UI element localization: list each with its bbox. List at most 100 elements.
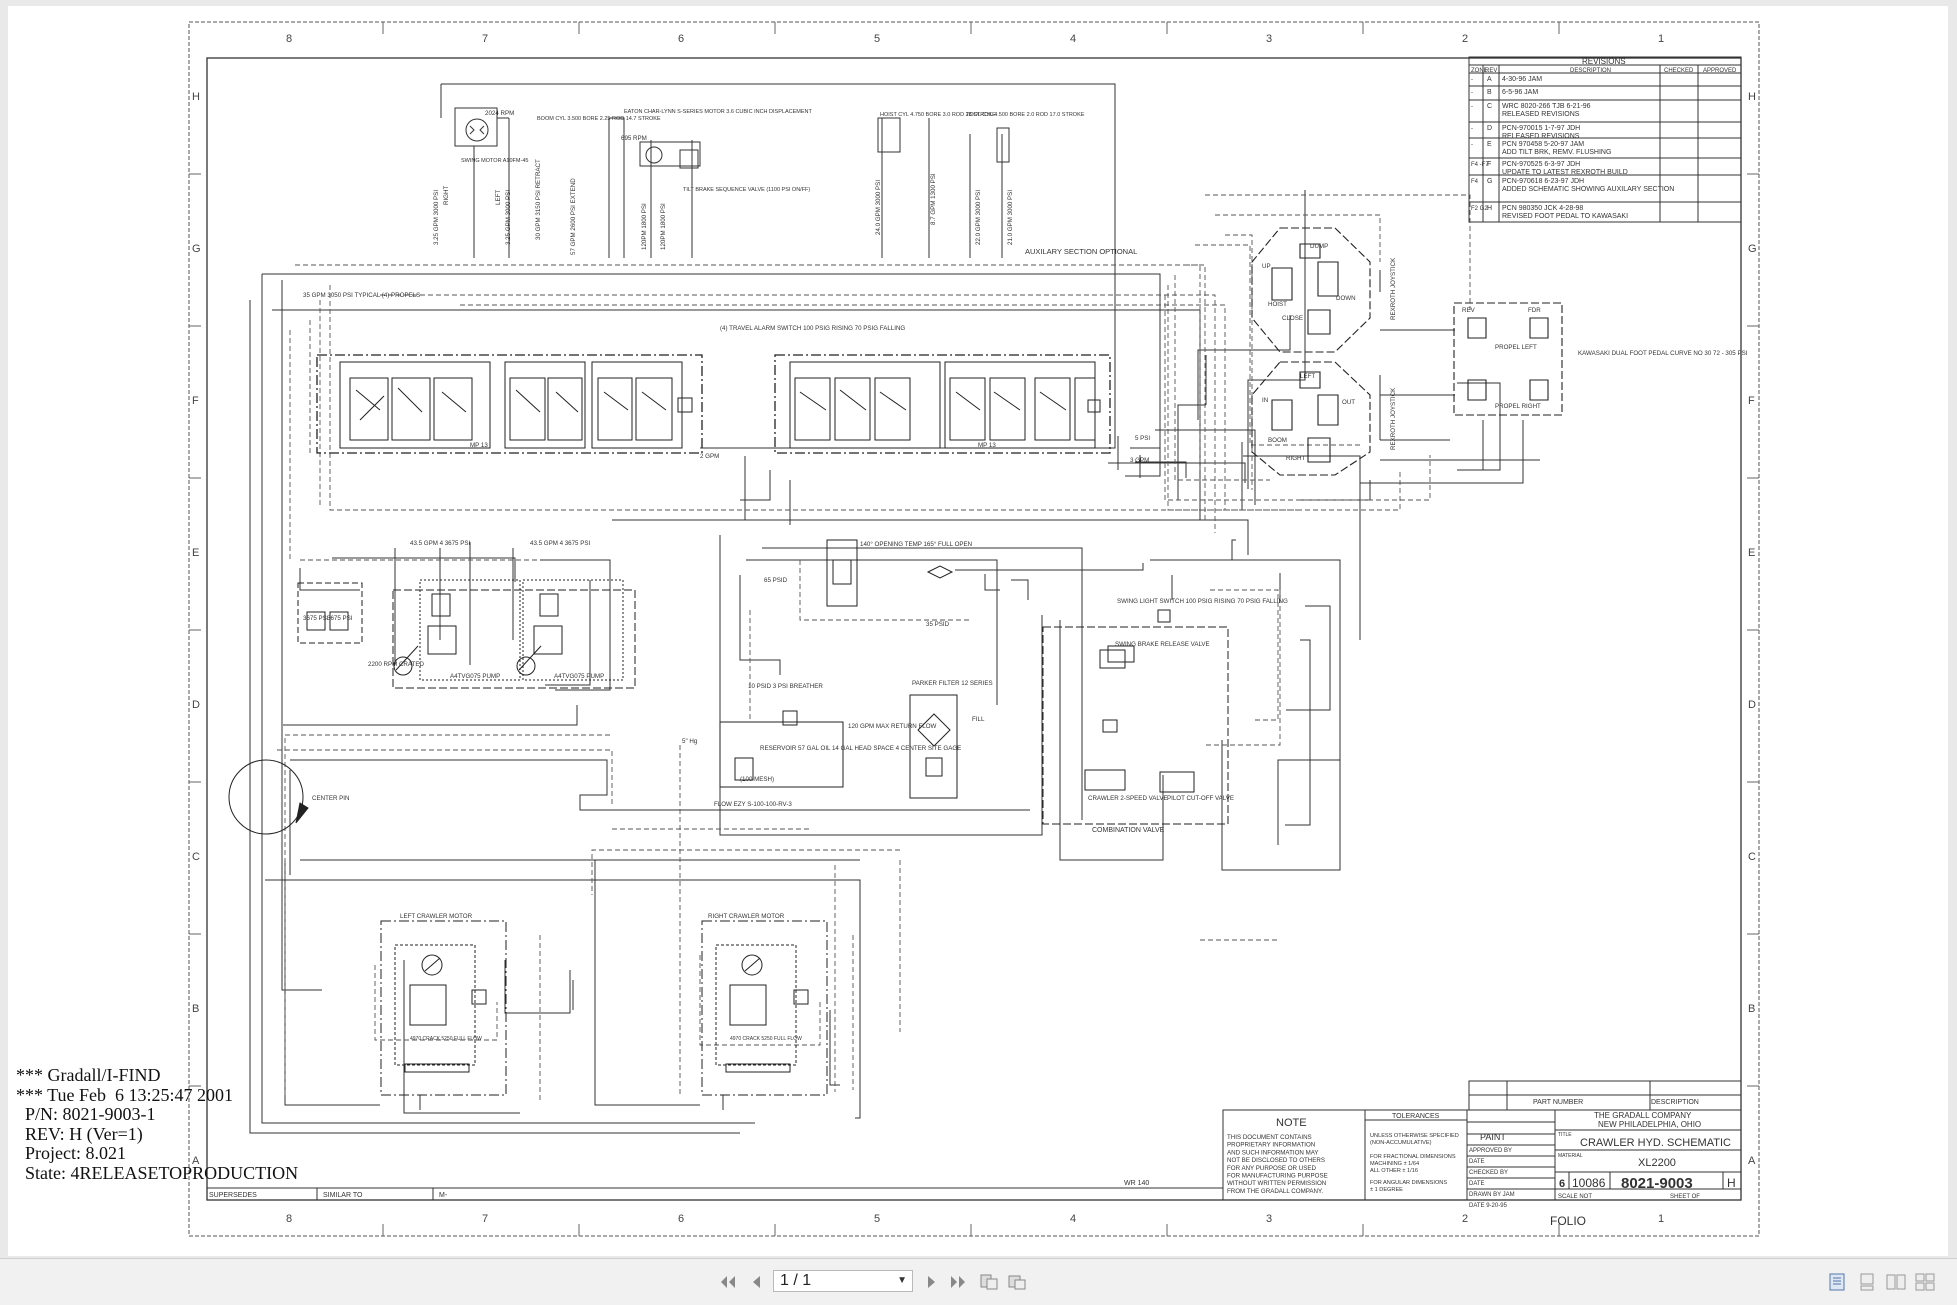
continuous-icon[interactable] xyxy=(1856,1272,1878,1292)
rev-header: CHECKED xyxy=(1664,68,1694,74)
plot-stamp: *** Gradall/I-FIND *** Tue Feb 6 13:25:4… xyxy=(16,1065,299,1183)
revision-letter: C xyxy=(1487,103,1492,110)
revision-desc: ADDED SCHEMATIC SHOWING AUXILARY SECTION xyxy=(1502,186,1674,193)
label-65psid: 65 PSID xyxy=(764,577,788,584)
label-tool-cyl: TOOL CYL 4.500 BORE 2.0 ROD 17.0 STROKE xyxy=(966,112,1085,118)
note-line: FOR ANY PURPOSE OR USED xyxy=(1227,1165,1316,1172)
wr-label: WR 140 xyxy=(1124,1180,1149,1187)
last-page-icon[interactable] xyxy=(947,1272,969,1292)
drawn-by: DRAWN BY JAM xyxy=(1469,1192,1515,1198)
part-number-header: PART NUMBER xyxy=(1533,1099,1583,1106)
next-page-icon[interactable] xyxy=(921,1272,943,1292)
note-line: NOT BE DISCLOSED TO OTHERS xyxy=(1227,1157,1325,1164)
label-mesh: (100 MESH) xyxy=(740,776,774,783)
fit-icon[interactable] xyxy=(1006,1272,1028,1292)
revision-desc: PCN-970525 6-3-97 JDH xyxy=(1502,161,1580,168)
zone-letter: F xyxy=(1748,395,1755,407)
label-fill: FILL xyxy=(972,716,985,723)
label-motor-crack: 4970 CRACK 5250 FULL FLOW xyxy=(730,1036,802,1042)
label-right: RIGHT xyxy=(1286,455,1305,462)
label-swing-motor: SWING MOTOR A10FM-45 xyxy=(461,158,528,164)
label-5psi: 5 PSI xyxy=(1135,435,1150,442)
drawing-rev: H xyxy=(1727,1176,1736,1190)
revision-desc: WRC 8020-266 TJB 6-21-96 xyxy=(1502,103,1591,110)
label-flow-ezy: FLOW EZY S-100-100-RV-3 xyxy=(714,801,792,808)
revision-zone: - xyxy=(1471,126,1473,132)
note-line: AND SUCH INFORMATION MAY xyxy=(1227,1149,1319,1156)
facing-icon[interactable] xyxy=(1914,1272,1936,1292)
label-out: OUT xyxy=(1342,399,1355,406)
tolerance-line: (NON-ACCUMULATIVE) xyxy=(1370,1140,1432,1146)
revision-desc: ADD TILT BRK, REMV. FLUSHING xyxy=(1502,149,1611,156)
label-35psid: 35 PSID xyxy=(926,621,950,628)
label-thermo: 140° OPENING TEMP 165° FULL OPEN xyxy=(860,541,972,548)
cage-code: 10086 xyxy=(1572,1176,1606,1190)
zone-number: 4 xyxy=(1070,1213,1076,1225)
stamp-line: REV: H (Ver=1) xyxy=(16,1123,143,1144)
label-travel-alarm: (4) TRAVEL ALARM SWITCH 100 PSIG RISING … xyxy=(720,325,905,332)
description-header: DESCRIPTION xyxy=(1651,1099,1699,1106)
folio-label: FOLIO xyxy=(1550,1214,1586,1228)
label-psi: 3675 PSI xyxy=(303,615,329,622)
label-rev: REV xyxy=(1462,307,1476,314)
page-number-value: 1 / 1 xyxy=(780,1272,812,1289)
rotate-icon[interactable] xyxy=(978,1272,1000,1292)
label-propel-left: PROPEL LEFT xyxy=(1495,344,1537,351)
note-line: PROPRIETARY INFORMATION xyxy=(1227,1142,1315,1149)
label-pump-name: A4TVG075 PUMP xyxy=(450,673,500,680)
label-left-motor: LEFT CRAWLER MOTOR xyxy=(400,913,473,920)
two-page-icon[interactable] xyxy=(1885,1272,1907,1292)
revision-zone: F2 G2 xyxy=(1471,206,1488,212)
zone-letter: B xyxy=(192,1003,199,1015)
label-boom-extend: 57 GPM 2600 PSI EXTEND xyxy=(570,178,577,255)
label-left: LEFT xyxy=(495,190,502,205)
first-page-icon[interactable] xyxy=(717,1272,739,1292)
zone-letter: B xyxy=(1748,1003,1755,1015)
tolerance-line: ± 1 DEGREE xyxy=(1370,1187,1403,1193)
label-swing-brake: SWING BRAKE RELEASE VALVE xyxy=(1115,641,1210,648)
approved-by: APPROVED BY xyxy=(1469,1148,1512,1154)
label-pump-flow: 43.5 GPM 4 3675 PSI xyxy=(530,540,590,547)
zone-number: 8 xyxy=(286,33,292,45)
label-aux-section: AUXILARY SECTION OPTIONAL xyxy=(1025,247,1137,256)
revision-desc: PCN 970458 5-20-97 JAM xyxy=(1502,141,1584,148)
zone-letter: G xyxy=(1748,243,1757,255)
model-name: XL2200 xyxy=(1638,1157,1676,1169)
label-rpm: 2024 RPM xyxy=(485,110,514,117)
tolerances-header: TOLERANCES xyxy=(1392,1113,1440,1120)
zone-number: 1 xyxy=(1658,33,1664,45)
material-label: MATERIAL xyxy=(1558,1153,1583,1159)
size-code: 6 xyxy=(1559,1178,1565,1190)
prev-page-icon[interactable] xyxy=(745,1272,767,1292)
zone-letter: H xyxy=(1748,91,1756,103)
label-reservoir: RESERVOIR 57 GAL OIL 14 GAL HEAD SPACE 4… xyxy=(760,745,961,752)
label-right-motor: RIGHT CRAWLER MOTOR xyxy=(708,913,785,920)
zone-number: 3 xyxy=(1266,1213,1272,1225)
stamp-line: State: 4RELEASETOPRODUCTION xyxy=(16,1162,299,1183)
stamp-line: *** Gradall/I-FIND xyxy=(16,1065,161,1085)
zone-letter: E xyxy=(1748,547,1755,559)
tolerance-line: ALL OTHER ± 1/16 xyxy=(1370,1168,1418,1174)
single-page-icon[interactable] xyxy=(1826,1272,1848,1292)
zone-letter: C xyxy=(192,851,200,863)
revision-desc: 6-5-96 JAM xyxy=(1502,89,1538,96)
label-propel-right: PROPEL RIGHT xyxy=(1495,403,1541,410)
label-hoist-flow: 8.7 GPM 1300 PSI xyxy=(930,173,937,225)
drawn-date: DATE 9-20-95 xyxy=(1469,1203,1508,1209)
label-dump: DUMP xyxy=(1310,243,1328,250)
revision-zone: - xyxy=(1471,77,1473,83)
label-tilt-brake: TILT BRAKE SEQUENCE VALVE (1100 PSI ON/F… xyxy=(683,187,810,193)
note-line: WITHOUT WRITTEN PERMISSION xyxy=(1227,1180,1326,1187)
label-mp13: MP 13 xyxy=(978,442,996,449)
title-label: TITLE xyxy=(1558,1132,1572,1138)
stamp-line: P/N: 8021-9003-1 xyxy=(16,1104,156,1124)
page-number-input[interactable]: 1 / 1 ▼ xyxy=(773,1270,913,1292)
rev-header: DESCRIPTION xyxy=(1570,68,1611,74)
label-close: CLOSE xyxy=(1282,315,1303,322)
document-viewport[interactable]: 8 7 6 5 4 3 2 1 8 7 6 5 4 3 2 1 H G F E … xyxy=(0,0,1957,1258)
revision-desc: PCN-970015 1-7-97 JDH xyxy=(1502,125,1580,132)
revision-zone: - xyxy=(1471,142,1473,148)
revision-letter: G xyxy=(1487,178,1492,185)
revision-letter: E xyxy=(1487,141,1492,148)
label-tool-flow: 22.0 GPM 3000 PSI xyxy=(975,190,982,245)
